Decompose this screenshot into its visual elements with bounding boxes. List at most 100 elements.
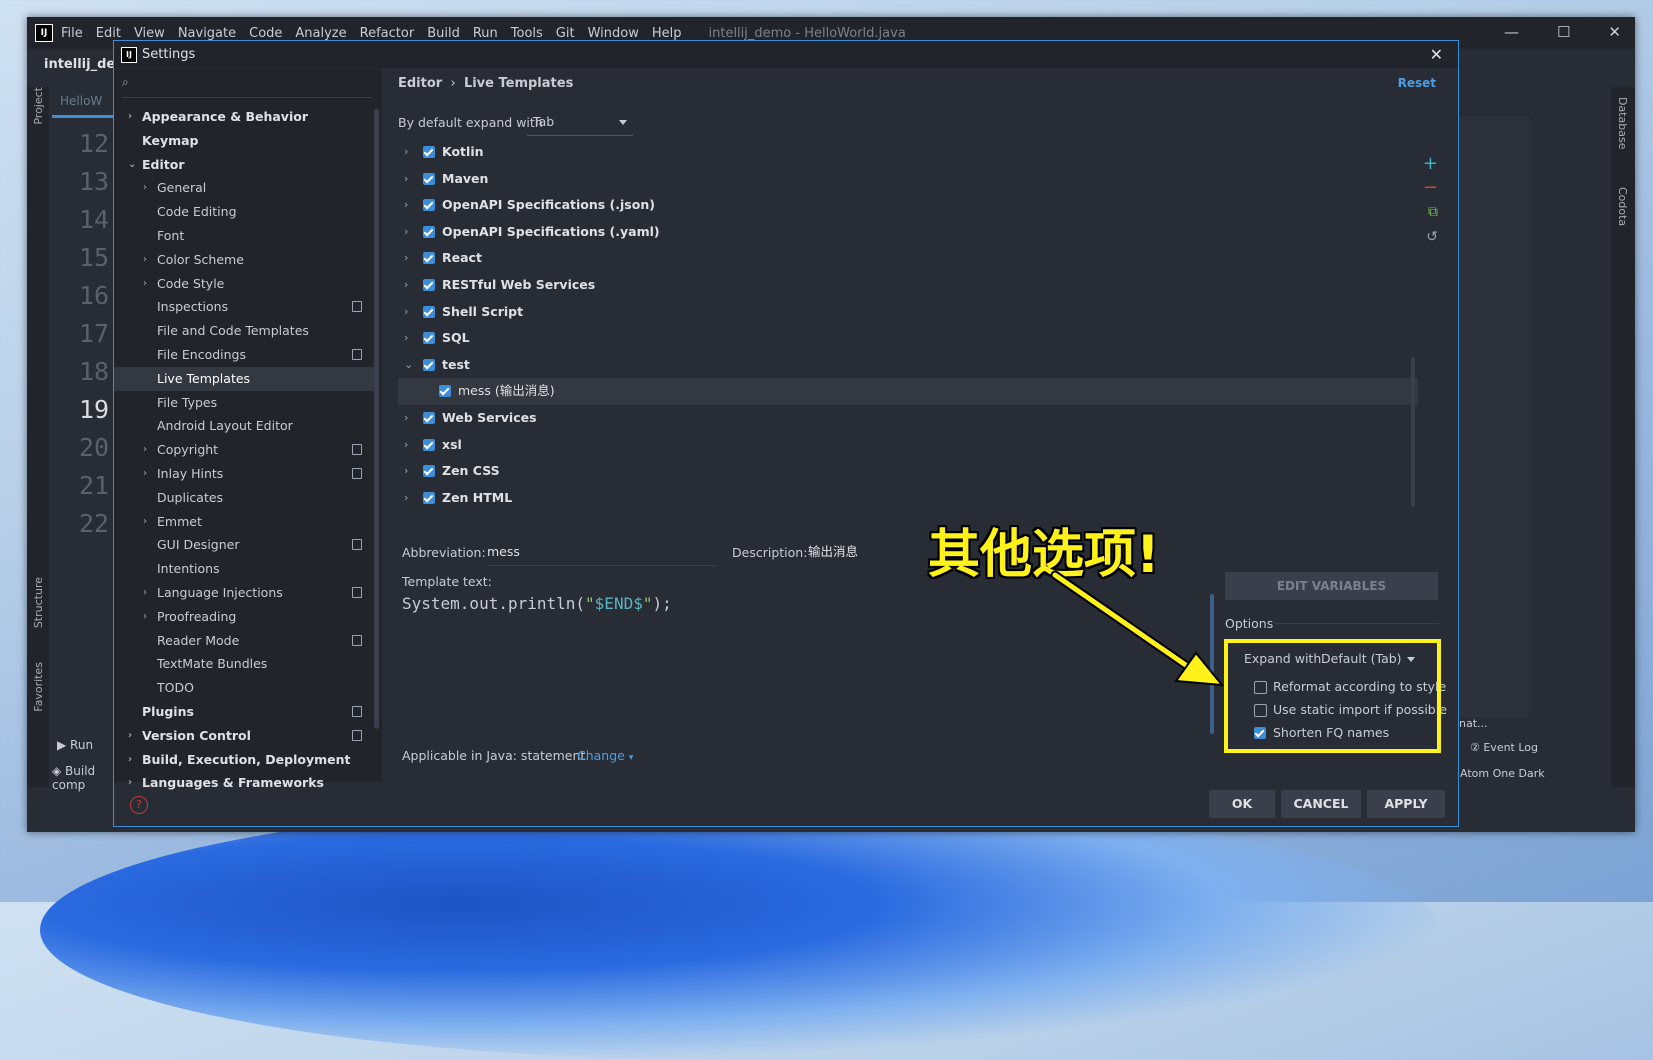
chevron-down-icon[interactable]: ⌄: [128, 153, 136, 177]
tool-database[interactable]: Database: [1616, 97, 1629, 150]
change-link[interactable]: Change ▾: [577, 748, 633, 763]
tree-item[interactable]: › Proofreading: [114, 605, 374, 629]
checkbox[interactable]: [439, 385, 451, 398]
settings-search-input[interactable]: ⌕: [122, 75, 372, 98]
template-group[interactable]: › Kotlin: [398, 139, 1418, 166]
template-group[interactable]: › Web Services: [398, 405, 1418, 432]
reset-link[interactable]: Reset: [1398, 76, 1436, 90]
event-log[interactable]: ② Event Log: [1470, 741, 1538, 754]
tree-item[interactable]: › Language Injections: [114, 581, 374, 605]
cancel-button[interactable]: CANCEL: [1281, 790, 1361, 818]
checkbox[interactable]: [423, 465, 435, 478]
chevron-right-icon[interactable]: ›: [404, 325, 408, 352]
template-list-scrollbar[interactable]: [1411, 357, 1415, 507]
copy-icon[interactable]: ⧉: [1428, 204, 1438, 220]
tree-item[interactable]: › Languages & Frameworks: [114, 771, 374, 795]
chevron-right-icon[interactable]: ›: [128, 105, 132, 129]
theme-indicator[interactable]: Atom One Dark: [1460, 767, 1545, 780]
tree-item[interactable]: › Inlay Hints: [114, 462, 374, 486]
chevron-right-icon[interactable]: ›: [404, 405, 408, 432]
menu-tools[interactable]: Tools: [511, 26, 543, 41]
tree-item[interactable]: GUI Designer: [114, 533, 374, 557]
restore-icon[interactable]: ↺: [1426, 229, 1438, 245]
menu-build[interactable]: Build: [427, 26, 460, 41]
tree-item[interactable]: Keymap: [114, 129, 374, 153]
chevron-right-icon[interactable]: ›: [143, 581, 147, 605]
ok-button[interactable]: OK: [1209, 790, 1275, 818]
chevron-right-icon[interactable]: ›: [128, 724, 132, 748]
tool-codota[interactable]: Codota: [1616, 187, 1629, 226]
menu-run[interactable]: Run: [473, 26, 498, 41]
chevron-right-icon[interactable]: ›: [404, 166, 408, 193]
tree-item[interactable]: › Color Scheme: [114, 248, 374, 272]
checkbox[interactable]: [423, 305, 435, 318]
tree-item[interactable]: File Encodings: [114, 343, 374, 367]
edit-variables-button[interactable]: EDIT VARIABLES: [1225, 572, 1438, 600]
menu-view[interactable]: View: [134, 26, 165, 41]
chevron-right-icon[interactable]: ›: [404, 299, 408, 326]
tree-item[interactable]: › Copyright: [114, 438, 374, 462]
template-group[interactable]: ⌄ test: [398, 352, 1418, 379]
checkbox[interactable]: [423, 199, 435, 212]
tree-item[interactable]: Reader Mode: [114, 629, 374, 653]
tree-item[interactable]: › Version Control: [114, 724, 374, 748]
checkbox[interactable]: [423, 225, 435, 238]
chevron-right-icon[interactable]: ›: [404, 432, 408, 459]
tree-item[interactable]: ⌄ Editor: [114, 153, 374, 177]
menu-analyze[interactable]: Analyze: [295, 26, 346, 41]
checkbox[interactable]: [423, 146, 435, 158]
chevron-right-icon[interactable]: ›: [143, 438, 147, 462]
abbreviation-input[interactable]: mess: [487, 539, 717, 566]
add-icon[interactable]: +: [1423, 153, 1438, 174]
template-group[interactable]: › xsl: [398, 432, 1418, 459]
help-icon[interactable]: ?: [130, 796, 148, 814]
menu-file[interactable]: File: [61, 26, 83, 41]
menu-window[interactable]: Window: [588, 26, 639, 41]
template-group[interactable]: › OpenAPI Specifications (.json): [398, 192, 1418, 219]
maximize-icon[interactable]: ☐: [1557, 23, 1570, 41]
chevron-down-icon[interactable]: ⌄: [404, 352, 413, 379]
tree-item[interactable]: File and Code Templates: [114, 319, 374, 343]
remove-icon[interactable]: −: [1423, 177, 1438, 198]
checkbox[interactable]: [423, 411, 435, 424]
tree-item[interactable]: Plugins: [114, 700, 374, 724]
run-tool[interactable]: ▶ Run: [57, 738, 93, 752]
tree-item[interactable]: › Build, Execution, Deployment: [114, 748, 374, 772]
template-group[interactable]: › Zen HTML: [398, 485, 1418, 512]
tool-favorites[interactable]: Favorites: [32, 662, 45, 712]
template-group[interactable]: › Zen CSS: [398, 458, 1418, 485]
tree-item[interactable]: Duplicates: [114, 486, 374, 510]
tree-item[interactable]: Live Templates: [114, 366, 374, 391]
tree-item[interactable]: TextMate Bundles: [114, 652, 374, 676]
chevron-right-icon[interactable]: ›: [404, 458, 408, 485]
chevron-right-icon[interactable]: ›: [404, 245, 408, 272]
chevron-right-icon[interactable]: ›: [404, 192, 408, 219]
chevron-right-icon[interactable]: ›: [404, 139, 408, 166]
tree-item[interactable]: TODO: [114, 676, 374, 700]
chevron-right-icon[interactable]: ›: [143, 462, 147, 486]
checkbox[interactable]: [423, 438, 435, 451]
tree-item[interactable]: › Code Style: [114, 272, 374, 296]
chevron-right-icon[interactable]: ›: [404, 272, 408, 299]
checkbox[interactable]: [423, 491, 435, 504]
menu-code[interactable]: Code: [249, 26, 282, 41]
sidebar-scrollbar[interactable]: [374, 109, 379, 729]
apply-button[interactable]: APPLY: [1367, 790, 1445, 818]
tree-item[interactable]: File Types: [114, 391, 374, 415]
chevron-right-icon[interactable]: ›: [404, 485, 408, 512]
template-group[interactable]: › React: [398, 245, 1418, 272]
chevron-right-icon[interactable]: ›: [143, 510, 147, 534]
chevron-right-icon[interactable]: ›: [143, 272, 147, 296]
menu-edit[interactable]: Edit: [96, 26, 121, 41]
chevron-right-icon[interactable]: ›: [143, 176, 147, 200]
expand-with-dropdown[interactable]: Tab: [527, 109, 633, 136]
minimize-icon[interactable]: —: [1504, 23, 1519, 41]
chevron-right-icon[interactable]: ›: [143, 248, 147, 272]
tree-item[interactable]: Inspections: [114, 295, 374, 319]
menu-help[interactable]: Help: [652, 26, 682, 41]
chevron-right-icon[interactable]: ›: [128, 771, 132, 795]
tool-project[interactable]: Project: [32, 87, 45, 125]
template-group[interactable]: › SQL: [398, 325, 1418, 352]
menu-git[interactable]: Git: [556, 26, 575, 41]
tree-item[interactable]: Intentions: [114, 557, 374, 581]
